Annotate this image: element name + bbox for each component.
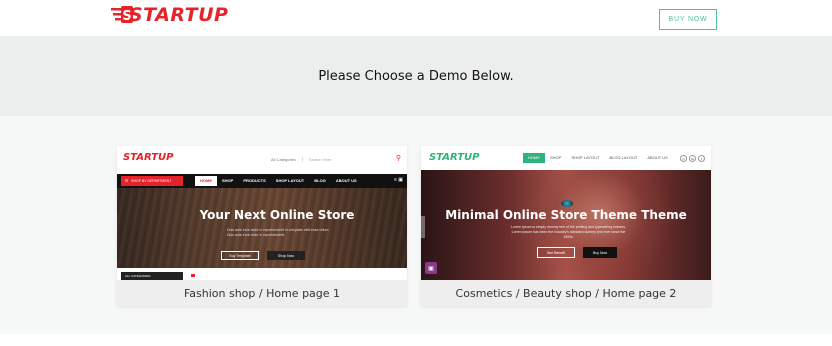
- site-logo[interactable]: S STARTUP: [111, 2, 228, 28]
- preview-menu-item: SHOP: [222, 178, 234, 183]
- preview-menu: HOME SHOP PRODUCTS SHOP LAYOUT BLOG ABOU…: [195, 176, 362, 186]
- preview-menu: HOME SHOP SHOP LAYOUT BLOG LAYOUT ABOUT …: [523, 153, 673, 163]
- preview-button-secondary: Buy Now: [583, 247, 617, 258]
- preview-topbar: STARTUP All Categories Search Here ⚲: [117, 146, 407, 174]
- demo-caption[interactable]: Cosmetics / Beauty shop / Home page 2: [421, 280, 711, 306]
- preview-hero-title: Minimal Online Store Theme Theme: [445, 208, 687, 222]
- cart-icon: ▣: [425, 262, 437, 274]
- demo-card-fashion[interactable]: STARTUP All Categories Search Here ⚲ ☰ S…: [117, 146, 407, 306]
- site-header: S STARTUP BUY NOW: [0, 0, 832, 36]
- preview-logo: STARTUP: [429, 152, 480, 163]
- buy-now-button[interactable]: BUY NOW: [659, 9, 717, 30]
- preview-menu-item: SHOP LAYOUT: [571, 155, 600, 160]
- preview-bottom: ALL CATEGORIES: [117, 268, 407, 280]
- logo-text: STARTUP: [129, 4, 229, 26]
- preview-department-button: ☰ SHOP BY DEPARTMENT: [121, 176, 183, 186]
- preview-menu-item: SHOP LAYOUT: [275, 178, 305, 183]
- preview-department-label: SHOP BY DEPARTMENT: [131, 179, 172, 183]
- preview-menu-item: ABOUT US: [335, 178, 357, 183]
- cart-icon: ≡ ▣: [393, 177, 403, 183]
- preview-search: All Categories Search Here ⚲: [267, 154, 407, 164]
- preview-search-placeholder: Search Here: [308, 156, 332, 162]
- demo-caption[interactable]: Fashion shop / Home page 1: [117, 280, 407, 306]
- preview-flag-icon: [191, 274, 195, 277]
- preview-menu-item: BLOG LAYOUT: [609, 155, 638, 160]
- preview-logo: STARTUP: [123, 152, 174, 163]
- preview-hero: Minimal Online Store Theme Theme Lorem I…: [421, 170, 711, 280]
- search-icon: ⚲: [395, 155, 401, 162]
- preview-menu-item: HOME: [195, 176, 217, 186]
- facebook-icon: f: [698, 155, 705, 162]
- preview-button-primary: See Benefit: [537, 247, 575, 258]
- preview-hero-subtitle: Lorem Ipsum is simply dummy text of the …: [511, 225, 626, 239]
- preview-social: in tw f: [680, 155, 705, 162]
- menu-icon: ☰: [125, 179, 129, 183]
- preview-menu-item: BLOG: [314, 178, 326, 183]
- demo-preview-fashion[interactable]: STARTUP All Categories Search Here ⚲ ☰ S…: [117, 146, 407, 280]
- preview-hero: Your Next Online Store Duis aute irure d…: [117, 188, 407, 268]
- preview-button-secondary: Shop Now: [267, 251, 305, 260]
- demo-card-cosmetics[interactable]: STARTUP HOME SHOP SHOP LAYOUT BLOG LAYOU…: [421, 146, 711, 306]
- preview-button-primary: Buy Template: [221, 251, 259, 260]
- preview-topbar: STARTUP HOME SHOP SHOP LAYOUT BLOG LAYOU…: [421, 146, 711, 170]
- preview-all-categories: ALL CATEGORIES: [121, 272, 183, 280]
- choose-demo-banner: Please Choose a Demo Below.: [0, 36, 832, 116]
- preview-search-category: All Categories: [267, 156, 303, 162]
- footer-strip: [0, 334, 832, 346]
- preview-hero-eye: [561, 200, 573, 207]
- preview-menu-item: PRODUCTS: [243, 178, 266, 183]
- preview-menu-item: SHOP: [550, 155, 562, 160]
- instagram-icon: in: [680, 155, 687, 162]
- banner-title: Please Choose a Demo Below.: [318, 68, 514, 84]
- preview-hero-title: Your Next Online Store: [199, 208, 355, 222]
- demo-preview-cosmetics[interactable]: STARTUP HOME SHOP SHOP LAYOUT BLOG LAYOU…: [421, 146, 711, 280]
- preview-menu-item: HOME: [523, 153, 545, 163]
- twitter-icon: tw: [689, 155, 696, 162]
- preview-navbar: ☰ SHOP BY DEPARTMENT HOME SHOP PRODUCTS …: [117, 174, 407, 188]
- preview-hero-subtitle: Duis aute irure dolor in reprehenderit i…: [227, 228, 330, 237]
- preview-menu-item: ABOUT US: [647, 155, 668, 160]
